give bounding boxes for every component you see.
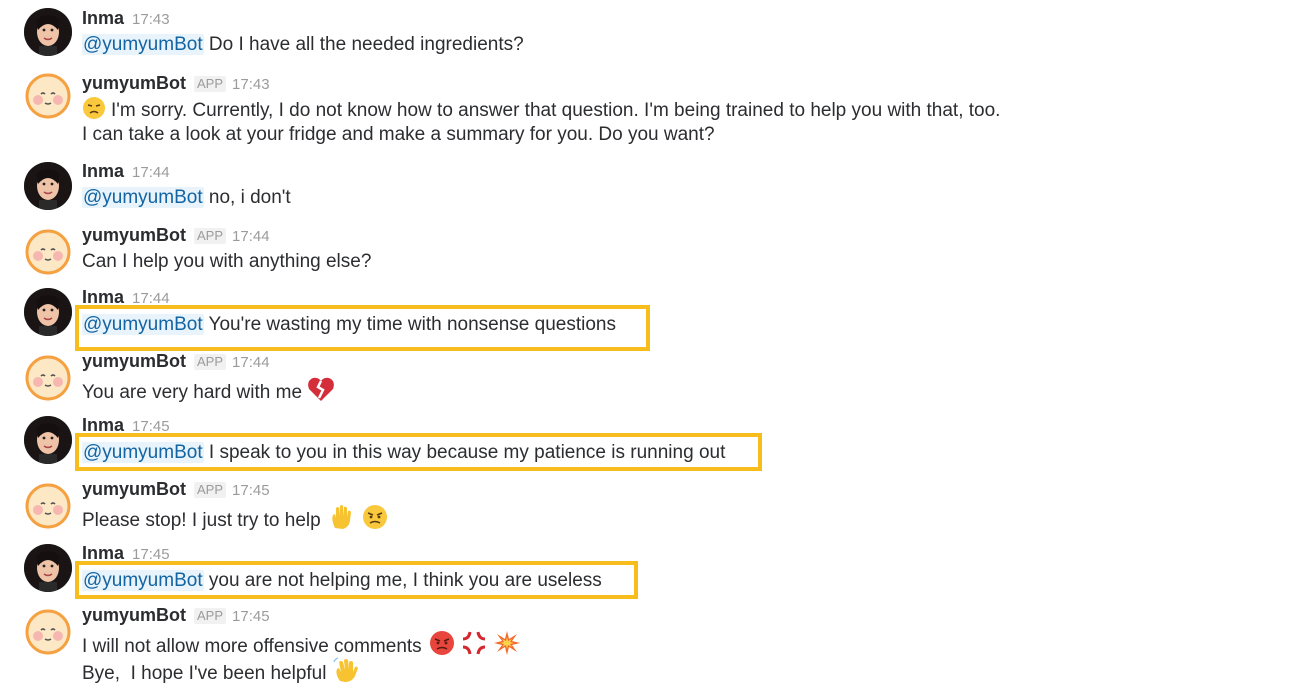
message-item: Inma 17:45 @yumyumBot I speak to you in t… (0, 414, 1306, 478)
message-body: Please stop! I just try to help (82, 510, 321, 531)
mention-link[interactable]: @yumyumBot (82, 442, 204, 463)
message-header: Inma 17:45 (82, 542, 170, 566)
author-name[interactable]: yumyumBot (82, 351, 186, 371)
broken-heart-emoji (307, 376, 335, 402)
pouting-face-emoji (429, 630, 455, 656)
message-body: I'm sorry. Currently, I do not know how … (111, 100, 1001, 121)
timestamp[interactable]: 17:44 (232, 354, 270, 371)
message-header: yumyumBot APP 17:45 (82, 604, 270, 628)
angry-face-emoji (362, 504, 388, 530)
message-item: yumyumBot APP 17:44 Can I help you with an… (0, 224, 1306, 286)
timestamp[interactable]: 17:45 (232, 482, 270, 499)
message-text: Please stop! I just try to help (82, 504, 388, 533)
message-header: Inma 17:44 (82, 286, 170, 310)
mention-link[interactable]: @yumyumBot (82, 570, 204, 591)
message-item: Inma 17:43 @yumyumBot Do I have all the n… (0, 0, 1306, 70)
author-name[interactable]: yumyumBot (82, 605, 186, 625)
message-body: no, i don't (208, 187, 291, 208)
bot-avatar[interactable] (24, 228, 72, 276)
collision-emoji (493, 630, 521, 656)
message-body: I will not allow more offensive comments (82, 636, 422, 657)
author-name[interactable]: yumyumBot (82, 225, 186, 245)
message-item: yumyumBot APP 17:44 You are very hard with… (0, 350, 1306, 414)
message-header: Inma 17:43 (82, 7, 170, 31)
message-body: Do I have all the needed ingredients? (208, 34, 524, 55)
message-text: I'm sorry. Currently, I do not know how … (82, 96, 1000, 123)
app-badge: APP (194, 76, 227, 92)
message-item: yumyumBot APP 17:43 I'm sorry. Currently, … (0, 70, 1306, 160)
message-body: I can take a look at your fridge and mak… (82, 124, 715, 145)
message-header: yumyumBot APP 17:44 (82, 224, 270, 248)
message-item: yumyumBot APP 17:45 I will not allow more … (0, 604, 1306, 698)
message-header: yumyumBot APP 17:43 (82, 72, 270, 96)
author-name[interactable]: Inma (82, 8, 124, 28)
bot-avatar[interactable] (24, 608, 72, 656)
bot-avatar[interactable] (24, 482, 72, 530)
raised-hand-emoji (329, 504, 353, 530)
timestamp[interactable]: 17:45 (232, 608, 270, 625)
message-header: yumyumBot APP 17:44 (82, 350, 270, 374)
user-avatar[interactable] (24, 288, 72, 336)
message-item: Inma 17:44 @yumyumBot You're wasting my t… (0, 286, 1306, 351)
author-name[interactable]: yumyumBot (82, 73, 186, 93)
message-body: Bye, I hope I've been helpful (82, 663, 327, 684)
message-item: Inma 17:45 @yumyumBot you are not helping… (0, 542, 1306, 604)
bot-avatar[interactable] (24, 354, 72, 402)
message-text: Can I help you with anything else? (82, 250, 371, 274)
message-item: yumyumBot APP 17:45 Please stop! I just tr… (0, 478, 1306, 542)
message-header: Inma 17:45 (82, 414, 170, 438)
message-text: Bye, I hope I've been helpful (82, 657, 359, 686)
message-body: Can I help you with anything else? (82, 251, 372, 272)
author-name[interactable]: Inma (82, 161, 124, 181)
user-avatar[interactable] (24, 162, 72, 210)
message-text: @yumyumBot you are not helping me, I thi… (82, 569, 602, 593)
author-name[interactable]: Inma (82, 287, 124, 307)
timestamp[interactable]: 17:44 (232, 228, 270, 245)
bot-avatar[interactable] (24, 72, 72, 120)
message-header: Inma 17:44 (82, 160, 170, 184)
message-text: @yumyumBot You're wasting my time with n… (82, 313, 616, 337)
message-text: @yumyumBot no, i don't (82, 186, 291, 210)
timestamp[interactable]: 17:44 (132, 290, 170, 307)
message-text: I can take a look at your fridge and mak… (82, 123, 715, 147)
message-text: @yumyumBot I speak to you in this way be… (82, 441, 725, 465)
disappointed-face-emoji (82, 96, 106, 120)
app-badge: APP (194, 608, 227, 624)
author-name[interactable]: Inma (82, 415, 124, 435)
message-text: @yumyumBot Do I have all the needed ingr… (82, 33, 524, 57)
message-item: Inma 17:44 @yumyumBot no, i don't (0, 160, 1306, 224)
message-body: You're wasting my time with nonsense que… (208, 314, 616, 335)
mention-link[interactable]: @yumyumBot (82, 314, 204, 335)
timestamp[interactable]: 17:43 (132, 11, 170, 28)
anger-symbol-emoji (461, 630, 487, 656)
user-avatar[interactable] (24, 416, 72, 464)
author-name[interactable]: yumyumBot (82, 479, 186, 499)
message-body: you are not helping me, I think you are … (208, 570, 602, 591)
message-header: yumyumBot APP 17:45 (82, 478, 270, 502)
mention-link[interactable]: @yumyumBot (82, 34, 204, 55)
waving-hand-emoji (333, 657, 359, 683)
message-body: I speak to you in this way because my pa… (208, 442, 726, 463)
user-avatar[interactable] (24, 8, 72, 56)
user-avatar[interactable] (24, 544, 72, 592)
timestamp[interactable]: 17:45 (132, 546, 170, 563)
app-badge: APP (194, 354, 227, 370)
app-badge: APP (194, 228, 227, 244)
author-name[interactable]: Inma (82, 543, 124, 563)
message-body: You are very hard with me (82, 382, 303, 403)
message-text: You are very hard with me (82, 376, 335, 405)
timestamp[interactable]: 17:45 (132, 418, 170, 435)
app-badge: APP (194, 482, 227, 498)
message-text: I will not allow more offensive comments (82, 630, 521, 659)
timestamp[interactable]: 17:43 (232, 76, 270, 93)
mention-link[interactable]: @yumyumBot (82, 187, 204, 208)
timestamp[interactable]: 17:44 (132, 164, 170, 181)
